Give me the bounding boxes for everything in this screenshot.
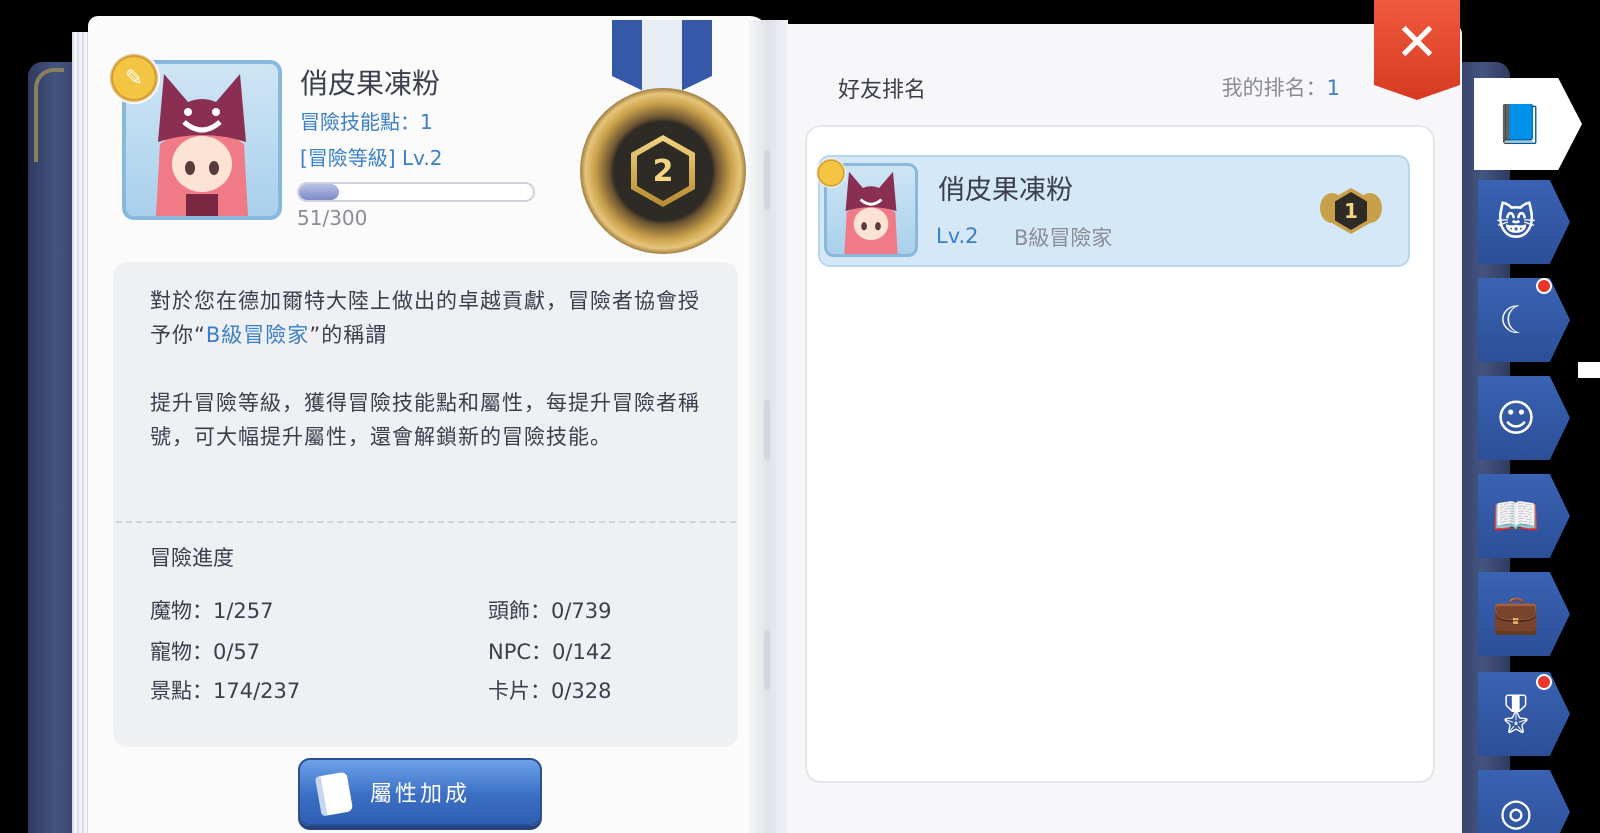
tab-open-book[interactable]: 📖 (1478, 474, 1570, 558)
pet-face-icon: ☺ (1496, 396, 1536, 440)
stat-pets: 寵物：0/57 (150, 640, 261, 664)
notification-dot (1536, 674, 1552, 690)
book-icon (314, 771, 354, 817)
my-rank-value: 1 (1326, 76, 1340, 100)
exp-text: 51/300 (297, 206, 368, 230)
exp-progress-fill (299, 184, 339, 200)
stat-cards: 卡片：0/328 (488, 679, 612, 703)
adventurer-rank-medal[interactable]: 2 (580, 88, 746, 254)
notification-dot (1536, 278, 1552, 294)
medal-hexagon-icon: 2 (631, 135, 695, 207)
adventurer-title-highlight: B級冒險家 (205, 323, 310, 347)
close-button[interactable]: ✕ (1374, 0, 1460, 100)
award-quote-close: ” (309, 323, 322, 347)
my-rank: 我的排名：1 (1222, 72, 1340, 102)
adventurer-badge-icon: ✎ (108, 52, 160, 104)
medal-rank-number: 2 (637, 141, 689, 201)
title-award-text: 對於您在德加爾特大陸上做出的卓越貢獻，冒險者協會授予你“B級冒險家”的稱謂 (150, 284, 710, 352)
adventurer-badge-icon (816, 158, 846, 188)
stat-monsters: 魔物：1/257 (150, 599, 274, 623)
tab-pet[interactable]: ☺ (1478, 376, 1570, 460)
tab-medal[interactable]: 🎖 (1478, 672, 1570, 756)
player-name: 俏皮果凍粉 (300, 67, 441, 100)
tab-grinning-cat[interactable]: 😸 (1478, 180, 1570, 264)
adventure-level: [冒險等級] Lv.2 (300, 146, 443, 170)
stat-npc: NPC：0/142 (488, 640, 613, 664)
open-book-icon: 📖 (1492, 494, 1540, 538)
fingerprint-icon: ◎ (1499, 790, 1533, 833)
medal-icon: 🎖 (1491, 692, 1541, 736)
briefcase-icon: 💼 (1492, 592, 1540, 636)
ranking-row-name: 俏皮果凍粉 (938, 175, 1073, 206)
tab-cat-ear[interactable]: ☾ (1478, 278, 1570, 362)
adventure-progress-title: 冒險進度 (150, 546, 234, 570)
tab-fingerprint[interactable]: ◎ (1478, 770, 1570, 833)
friend-ranking-title: 好友排名 (838, 78, 927, 103)
cat-ear-icon: ☾ (1498, 298, 1534, 342)
rank-badge-icon: 1 (1318, 183, 1384, 239)
spine-stitch (764, 150, 770, 210)
tab-adventure-book[interactable]: 📘 (1474, 78, 1582, 170)
ranking-row-title: B級冒險家 (1014, 226, 1113, 250)
award-text-suffix: 的稱謂 (321, 323, 388, 347)
adventure-skill-points: 冒險技能點：1 (300, 110, 433, 134)
spine-stitch (764, 630, 770, 690)
ranking-row-level: Lv.2 (936, 224, 979, 248)
spine-stitch (764, 400, 770, 460)
level-up-description: 提升冒險等級，獲得冒險技能點和屬性，每提升冒險者稱號，可大幅提升屬性，還會解鎖新… (150, 391, 700, 449)
screen-edge-mark (1578, 362, 1600, 378)
exp-progress-bar (297, 182, 535, 202)
book-icon: 📘 (1496, 102, 1544, 146)
ranking-row-rank: 1 (1335, 192, 1367, 230)
attribute-bonus-label: 屬性加成 (369, 782, 470, 807)
dashed-divider (116, 521, 736, 523)
attribute-bonus-button[interactable]: 屬性加成 (298, 758, 542, 826)
award-quote-open: “ (194, 323, 206, 347)
my-rank-label: 我的排名： (1221, 76, 1327, 100)
stat-landmarks: 景點：174/237 (150, 679, 301, 703)
grinning-cat-icon: 😸 (1496, 200, 1536, 244)
tab-briefcase[interactable]: 💼 (1478, 572, 1570, 656)
stat-headgear: 頭飾：0/739 (488, 599, 612, 623)
